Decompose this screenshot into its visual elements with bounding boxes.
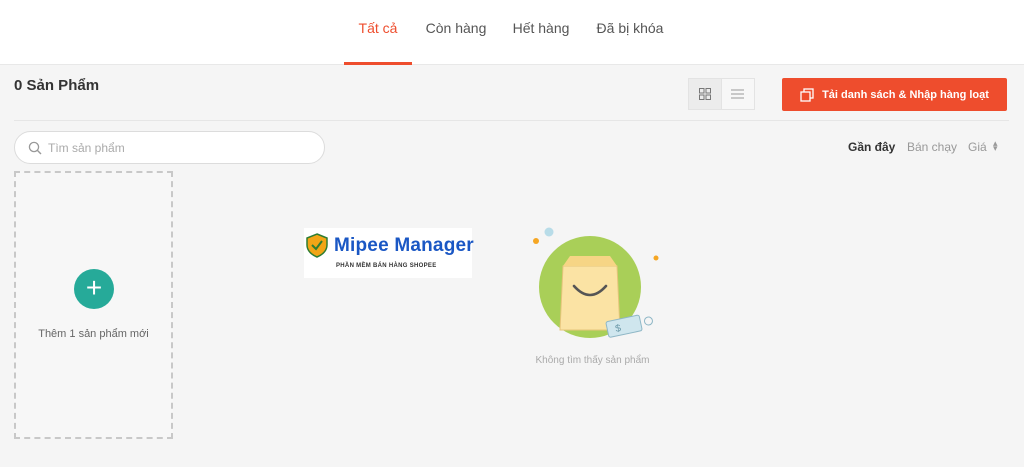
search-input[interactable] <box>48 137 308 159</box>
empty-state-text: Không tìm thấy sản phẩm <box>535 355 650 366</box>
add-product-card[interactable]: + Thêm 1 sản phẩm mới <box>14 171 173 439</box>
sort-recent[interactable]: Gần đây <box>848 140 895 154</box>
tab-all[interactable]: Tất cả <box>344 0 412 65</box>
shield-icon <box>306 233 328 258</box>
grid-icon <box>698 88 711 100</box>
bulk-import-label: Tải danh sách & Nhập hàng loạt <box>822 88 989 101</box>
copy-icon <box>800 87 814 102</box>
plus-icon[interactable]: + <box>74 269 114 309</box>
list-view-button[interactable] <box>722 79 755 109</box>
watermark-subtitle: PHẦN MỀM BÁN HÀNG SHOPEE <box>336 263 437 269</box>
sort-best-selling[interactable]: Bán chạy <box>907 140 957 154</box>
view-toggle <box>688 78 755 110</box>
add-product-label: Thêm 1 sản phẩm mới <box>38 328 149 340</box>
product-count: 0 Sản Phẩm <box>14 77 100 94</box>
grid-view-button[interactable] <box>689 79 722 109</box>
search-box <box>14 131 325 164</box>
sort-arrows-icon[interactable]: ▴ ▾ <box>993 139 998 153</box>
watermark-title: Mipee Manager <box>334 235 474 256</box>
divider <box>14 120 1009 121</box>
sort-price[interactable]: Giá <box>968 140 987 154</box>
list-icon <box>731 89 745 99</box>
tab-locked[interactable]: Đã bị khóa <box>591 0 669 65</box>
status-tab-bar: Tất cả Còn hàng Hết hàng Đã bị khóa <box>0 0 1024 65</box>
tab-in-stock[interactable]: Còn hàng <box>422 0 490 65</box>
search-icon <box>28 141 42 155</box>
watermark-logo: Mipee Manager PHẦN MỀM BÁN HÀNG SHOPEE <box>304 228 474 278</box>
bulk-import-button[interactable]: Tải danh sách & Nhập hàng loạt <box>782 78 1007 111</box>
tab-out-of-stock[interactable]: Hết hàng <box>506 0 576 65</box>
empty-bag-icon: $ <box>533 227 659 338</box>
